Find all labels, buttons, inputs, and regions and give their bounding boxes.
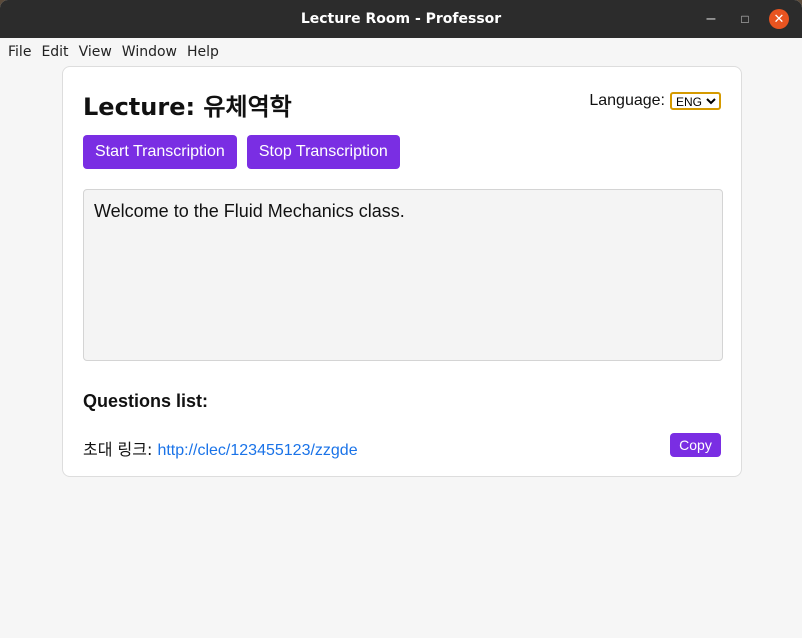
stop-transcription-button[interactable]: Stop Transcription [246,135,400,169]
close-button[interactable]: ✕ [762,0,796,38]
language-selector: Language: ENG [589,92,721,110]
maximize-button[interactable]: □ [728,0,762,38]
menu-view[interactable]: View [74,44,117,60]
menu-file[interactable]: File [3,44,36,60]
lecture-card: Lecture: 유체역학 Language: ENG Start Transc… [62,66,742,477]
lecture-title: Lecture: 유체역학 [83,93,292,121]
transcription-controls: Start Transcription Stop Transcription [83,135,400,169]
questions-heading: Questions list: [83,391,209,411]
copy-button[interactable]: Copy [670,433,721,457]
language-label: Language: [589,92,665,109]
menu-window[interactable]: Window [117,44,182,60]
menu-bar: File Edit View Window Help [0,38,802,65]
language-select[interactable]: ENG [670,92,721,110]
transcript-area[interactable]: Welcome to the Fluid Mechanics class. [83,189,723,361]
invite-label: 초대 링크: [83,440,153,459]
minimize-button[interactable]: – [694,0,728,38]
title-bar: Lecture Room - Professor – □ ✕ [0,0,802,38]
close-icon: ✕ [769,9,789,29]
menu-edit[interactable]: Edit [36,44,73,60]
app-window: Lecture Room - Professor – □ ✕ File Edit… [0,0,802,638]
invite-row: 초대 링크: http://clec/123455123/zzgde [83,436,358,460]
invite-link[interactable]: http://clec/123455123/zzgde [157,442,357,459]
window-controls: – □ ✕ [694,0,796,38]
window-title: Lecture Room - Professor [300,11,502,27]
start-transcription-button[interactable]: Start Transcription [83,135,237,169]
menu-help[interactable]: Help [182,44,224,60]
